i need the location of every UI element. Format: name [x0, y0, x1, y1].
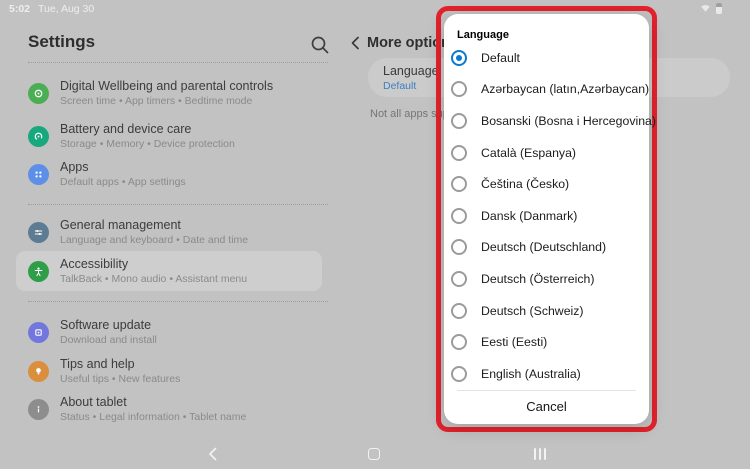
sidebar-item-accessibility[interactable]: Accessibility TalkBack • Mono audio • As… [16, 251, 322, 291]
language-option-azerbaycan[interactable]: Azərbaycan (latın,Azərbaycan) [444, 74, 649, 106]
sidebar-item-about-tablet[interactable]: About tablet Status • Legal information … [28, 392, 328, 426]
wellbeing-icon [28, 83, 49, 104]
item-title: General management [60, 218, 248, 232]
radio-icon [451, 81, 467, 97]
status-time: 5:02 [9, 3, 30, 15]
item-title: About tablet [60, 395, 246, 409]
back-button[interactable] [348, 35, 364, 51]
item-title: Software update [60, 318, 157, 332]
item-subtitle: TalkBack • Mono audio • Assistant menu [60, 273, 247, 285]
option-label: Català (Espanya) [481, 146, 576, 160]
cancel-button[interactable]: Cancel [444, 391, 649, 424]
tablet-screen: 5:02 Tue, Aug 30 Settings Digital Wellbe… [0, 0, 750, 469]
language-option-eesti[interactable]: Eesti (Eesti) [444, 326, 649, 358]
language-option-dansk[interactable]: Dansk (Danmark) [444, 200, 649, 232]
item-subtitle: Status • Legal information • Tablet name [60, 411, 246, 423]
radio-icon [451, 366, 467, 382]
divider [28, 204, 328, 205]
option-label: English (Australia) [481, 367, 581, 381]
item-title: Digital Wellbeing and parental controls [60, 79, 273, 93]
sidebar-item-battery-device-care[interactable]: Battery and device care Storage • Memory… [28, 119, 328, 153]
option-label: Azərbaycan (latın,Azərbaycan) [481, 82, 649, 96]
tips-icon [28, 361, 49, 382]
back-chevron-icon [206, 446, 220, 462]
item-title: Accessibility [60, 257, 247, 271]
item-subtitle: Storage • Memory • Device protection [60, 138, 235, 150]
option-label: Eesti (Eesti) [481, 335, 547, 349]
sidebar-item-digital-wellbeing[interactable]: Digital Wellbeing and parental controls … [28, 76, 328, 110]
radio-icon [451, 303, 467, 319]
about-icon [28, 399, 49, 420]
radio-icon [451, 208, 467, 224]
language-option-deutsch-deutschland[interactable]: Deutsch (Deutschland) [444, 232, 649, 264]
radio-icon [451, 271, 467, 287]
radio-icon [451, 239, 467, 255]
battery-care-icon [28, 126, 49, 147]
option-label: Čeština (Česko) [481, 177, 569, 191]
nav-back-button[interactable] [206, 446, 220, 462]
navigation-bar [0, 440, 750, 469]
software-update-icon [28, 322, 49, 343]
accessibility-icon [28, 261, 49, 282]
radio-icon [451, 334, 467, 350]
dialog-title: Language [457, 29, 509, 41]
option-label: Deutsch (Österreich) [481, 272, 594, 286]
battery-icon [716, 3, 722, 14]
wifi-icon [700, 3, 711, 14]
option-label: Deutsch (Schweiz) [481, 304, 584, 318]
sidebar-item-apps[interactable]: Apps Default apps • App settings [28, 157, 328, 191]
divider [28, 62, 328, 63]
item-subtitle: Useful tips • New features [60, 373, 180, 385]
status-icons [700, 3, 722, 14]
radio-icon [451, 145, 467, 161]
option-label: Dansk (Danmark) [481, 209, 577, 223]
item-subtitle: Default apps • App settings [60, 176, 186, 188]
option-label: Bosanski (Bosna i Hercegovina) [481, 114, 656, 128]
language-option-deutsch-schweiz[interactable]: Deutsch (Schweiz) [444, 295, 649, 327]
item-title: Battery and device care [60, 122, 235, 136]
radio-icon [451, 113, 467, 129]
radio-icon [451, 50, 467, 66]
sidebar-item-tips-and-help[interactable]: Tips and help Useful tips • New features [28, 354, 328, 388]
language-option-cestina[interactable]: Čeština (Česko) [444, 168, 649, 200]
apps-icon [28, 164, 49, 185]
item-subtitle: Download and install [60, 334, 157, 346]
language-option-default[interactable]: Default [444, 42, 649, 74]
divider [28, 301, 328, 302]
settings-panel: Settings Digital Wellbeing and parental … [0, 18, 345, 469]
sidebar-item-software-update[interactable]: Software update Download and install [28, 315, 328, 349]
search-icon [308, 33, 332, 57]
option-label: Deutsch (Deutschland) [481, 240, 606, 254]
status-date: Tue, Aug 30 [38, 3, 94, 15]
language-option-deutsch-oesterreich[interactable]: Deutsch (Österreich) [444, 263, 649, 295]
language-options-list: Default Azərbaycan (latın,Azərbaycan) Bo… [444, 42, 649, 390]
general-management-icon [28, 222, 49, 243]
home-button-icon[interactable] [368, 448, 380, 460]
item-title: Tips and help [60, 357, 180, 371]
page-title: Settings [28, 32, 95, 52]
language-option-bosanski[interactable]: Bosanski (Bosna i Hercegovina) [444, 105, 649, 137]
item-subtitle: Language and keyboard • Date and time [60, 234, 248, 246]
recents-button-icon[interactable] [534, 448, 546, 460]
item-title: Apps [60, 160, 186, 174]
chevron-left-icon [348, 35, 364, 51]
option-label: Default [481, 51, 520, 65]
language-option-catala[interactable]: Català (Espanya) [444, 137, 649, 169]
item-subtitle: Screen time • App timers • Bedtime mode [60, 95, 273, 107]
search-button[interactable] [308, 33, 332, 57]
language-dialog: Language Default Azərbaycan (latın,Azərb… [444, 14, 649, 424]
language-option-english-australia[interactable]: English (Australia) [444, 358, 649, 390]
radio-icon [451, 176, 467, 192]
sidebar-item-general-management[interactable]: General management Language and keyboard… [28, 215, 328, 249]
